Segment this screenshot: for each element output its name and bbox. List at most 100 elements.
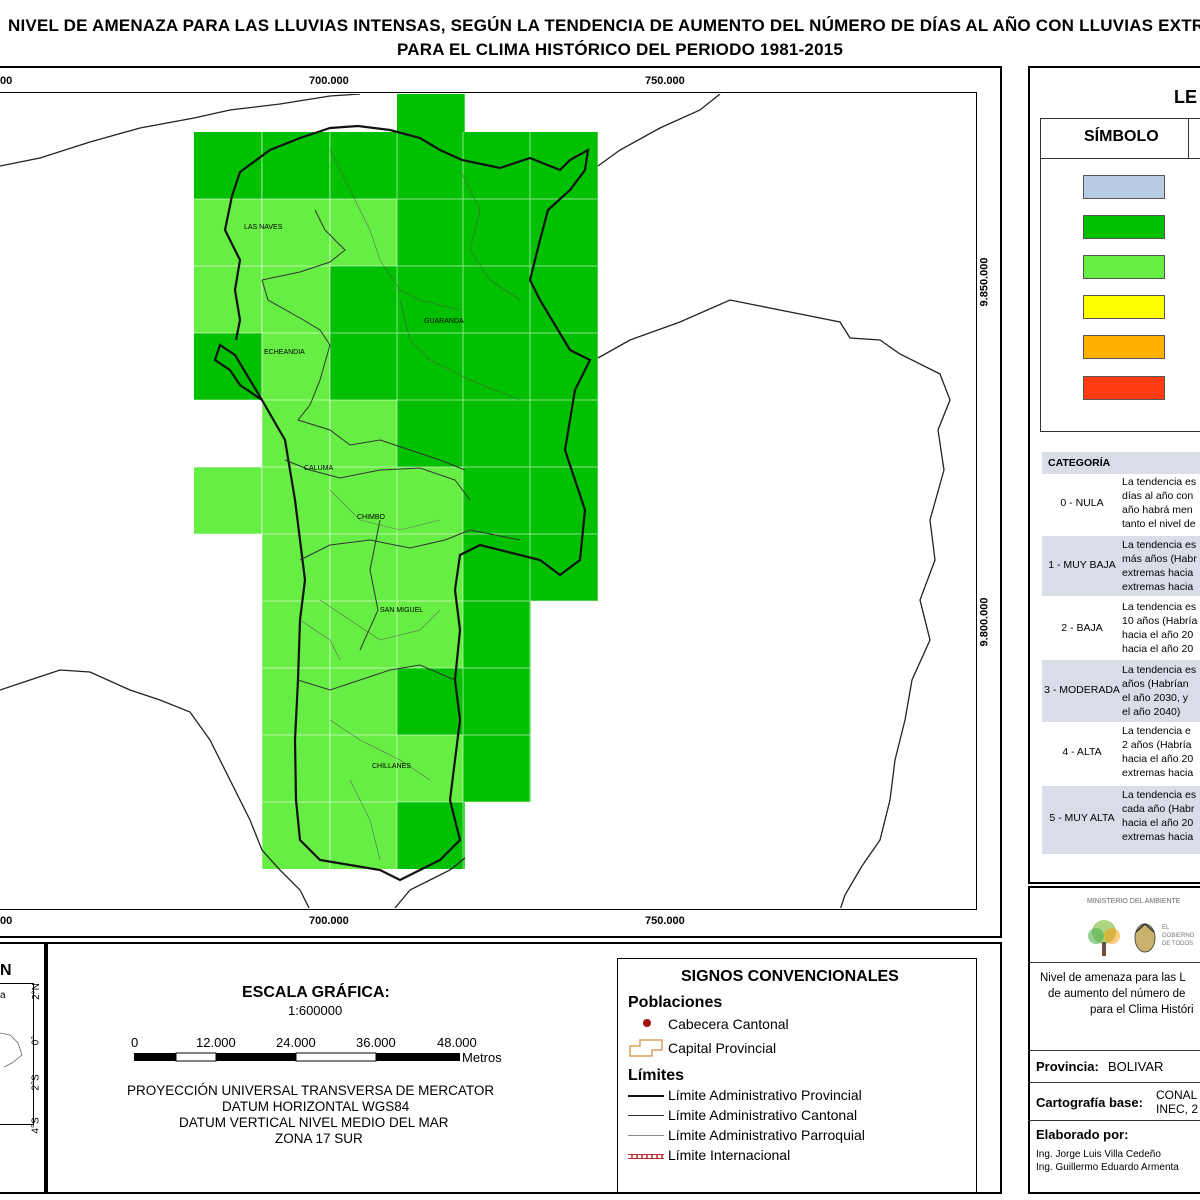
grid-cell xyxy=(330,266,398,333)
category-desc-line: La tendencia es xyxy=(1122,601,1197,613)
grid-cell xyxy=(194,132,262,199)
grid-cell xyxy=(463,132,531,199)
category-name: 5 - MUY ALTA xyxy=(1049,812,1115,824)
grid-cell xyxy=(262,266,330,333)
legend-swatch-5 xyxy=(1083,376,1165,400)
provincia-label: Provincia: xyxy=(1036,1059,1099,1074)
info-row-rule-2 xyxy=(1028,1082,1200,1083)
populations-item-capital: Capital Provincial xyxy=(668,1040,777,1056)
grid-cell xyxy=(330,132,398,199)
category-desc-line: 10 años (Habría xyxy=(1122,615,1198,627)
category-desc-line: hacia el año 20 xyxy=(1122,629,1194,641)
grid-cell xyxy=(330,400,398,467)
scale-tick-48000: 48.000 xyxy=(437,1035,477,1050)
info-desc-line-2: de aumento del número de xyxy=(1048,988,1186,1000)
inset-lat-2n: 2°N xyxy=(30,983,42,1000)
legend-swatch-2 xyxy=(1083,255,1165,279)
grid-cell xyxy=(530,467,598,534)
grid-cell xyxy=(330,668,398,735)
category-desc-line: La tendencia es xyxy=(1122,664,1197,676)
category-desc-line: días al año con xyxy=(1122,490,1194,502)
category-desc-line: hacia el año 20 xyxy=(1122,817,1194,829)
grid-cell xyxy=(194,199,262,266)
grid-cell xyxy=(397,132,465,199)
limits-item-international: Límite Internacional xyxy=(668,1147,791,1163)
grid-cell xyxy=(463,400,531,467)
grid-cell xyxy=(262,333,330,400)
populations-item-cabecera: Cabecera Cantonal xyxy=(668,1016,789,1032)
info-row-rule-3 xyxy=(1028,1120,1200,1121)
category-desc-line: La tendencia es xyxy=(1122,789,1197,801)
inset-lat-4s: 4°S xyxy=(30,1117,42,1134)
grid-cell xyxy=(262,534,330,601)
category-desc-line: año habrá men xyxy=(1122,504,1193,516)
scale-tick-36000: 36.000 xyxy=(356,1035,396,1050)
category-desc-line: extremas hacia xyxy=(1122,767,1194,779)
category-name: 2 - BAJA xyxy=(1061,622,1103,634)
limits-item-cantonal: Límite Administrativo Cantonal xyxy=(668,1107,858,1123)
elaborado-label: Elaborado por: xyxy=(1036,1127,1129,1142)
category-desc-line: el año 2030, y xyxy=(1122,692,1188,704)
ministry-name: MINISTERIO DEL AMBIENTE xyxy=(1087,898,1181,905)
category-row-0: 0 - NULA La tendencia es días al año con… xyxy=(1042,475,1200,533)
info-row-rule-1 xyxy=(1028,1050,1200,1051)
category-name: 1 - MUY BAJA xyxy=(1048,559,1116,571)
category-desc-line: tanto el nivel de xyxy=(1122,518,1196,530)
map-canvas: LAS NAVES GUARANDA ECHEANDIA CALUMA CHIM… xyxy=(0,94,951,908)
x-tick-bottom-750000: 750.000 xyxy=(645,915,685,927)
projection-line-1: PROYECCIÓN UNIVERSAL TRANSVERSA DE MERCA… xyxy=(127,1083,495,1098)
cartografia-label: Cartografía base: xyxy=(1036,1095,1143,1110)
cantonal-limit-line-icon xyxy=(628,1115,664,1116)
category-desc-line: hacia el año 20 xyxy=(1122,643,1194,655)
place-label-las-naves: LAS NAVES xyxy=(244,224,283,231)
grid-cell xyxy=(397,467,465,534)
projection-line-3: DATUM VERTICAL NIVEL MEDIO DEL MAR xyxy=(179,1115,449,1130)
grid-cell xyxy=(530,400,598,467)
legend-symbol-header-rule xyxy=(1040,158,1200,159)
legend-swatch-3 xyxy=(1083,295,1165,319)
inset-coast xyxy=(0,1032,23,1068)
grid-cell xyxy=(463,266,531,333)
y-tick-9850000: 9.850.000 xyxy=(978,257,991,307)
scale-unit: Metros xyxy=(462,1050,502,1065)
grid-cell xyxy=(397,94,465,132)
cabecera-cantonal-dot-icon xyxy=(643,1019,651,1027)
category-row-5: 5 - MUY ALTA La tendencia es cada año (H… xyxy=(1042,786,1200,854)
place-label-chillanes: CHILLANES xyxy=(372,763,411,770)
category-row-4: 4 - ALTA La tendencia e 2 años (Habría h… xyxy=(1042,723,1200,783)
grid-cell xyxy=(262,132,330,199)
ministry-tree-logo xyxy=(1088,920,1120,956)
category-desc-line: 2 años (Habría xyxy=(1122,739,1192,751)
category-desc-line: cada año (Habr xyxy=(1122,803,1195,815)
author-1: Ing. Jorge Luis Villa Cedeño xyxy=(1036,1149,1161,1160)
author-2: Ing. Guillermo Eduardo Armenta xyxy=(1036,1162,1179,1173)
category-desc-line: La tendencia e xyxy=(1122,725,1191,737)
grid-cell xyxy=(330,333,398,400)
grid-cell xyxy=(463,333,531,400)
x-tick-left-partial: 00 xyxy=(0,75,13,87)
grid-cell xyxy=(194,266,262,333)
capital-provincial-icon xyxy=(629,1039,663,1057)
legend-swatch-0 xyxy=(1083,175,1165,199)
category-desc-line: más años (Habr xyxy=(1122,553,1197,565)
grid-cell xyxy=(397,802,465,869)
place-label-chimbo: CHIMBO xyxy=(357,514,386,521)
limits-heading: Límites xyxy=(628,1067,685,1084)
grid-cell xyxy=(262,601,330,668)
provincial-limit-line-icon xyxy=(628,1095,664,1097)
grid-cell xyxy=(330,802,398,869)
inset-lat-2s: 2°S xyxy=(30,1074,42,1091)
scale-ratio: 1:600000 xyxy=(288,1003,343,1018)
limits-item-parroquial: Límite Administrativo Parroquial xyxy=(668,1127,865,1143)
legend-symbol-divider xyxy=(1188,118,1189,158)
inset-title: N xyxy=(0,962,12,979)
grid-cell xyxy=(397,333,465,400)
legend-symbol-header: SÍMBOLO xyxy=(1084,128,1159,145)
category-desc-line: el año 2040) xyxy=(1122,706,1181,718)
x-tick-bottom-left-partial: 00 xyxy=(0,915,13,927)
category-header: CATEGORÍA xyxy=(1048,457,1111,469)
grid-cell xyxy=(194,467,262,534)
populations-heading: Poblaciones xyxy=(628,994,723,1011)
cartografia-value-2: INEC, 2 xyxy=(1156,1102,1199,1116)
grid-cell xyxy=(463,199,531,266)
